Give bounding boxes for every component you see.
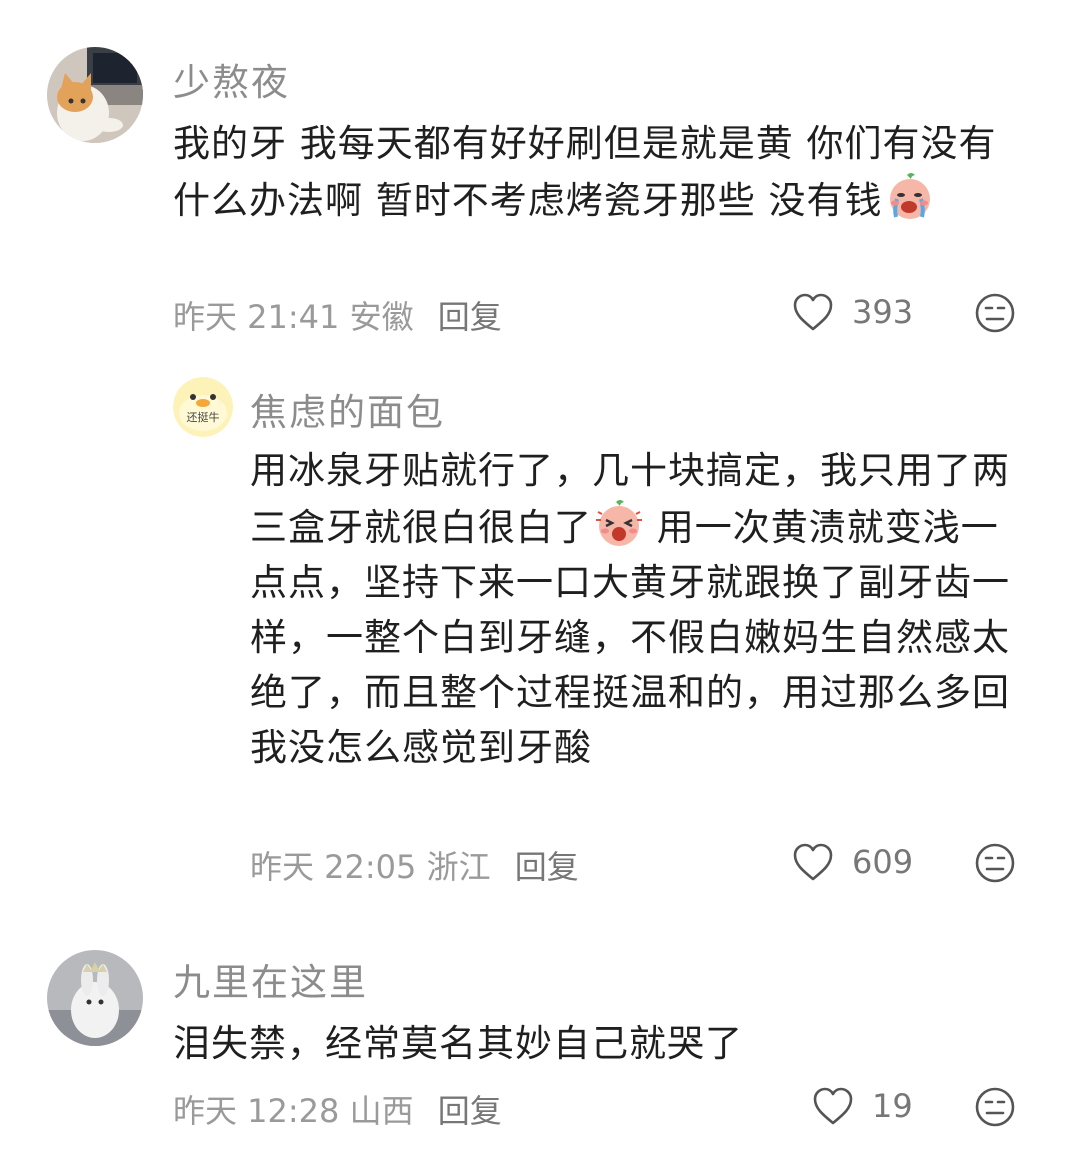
- comment-text: 我的牙 我每天都有好好刷但是就是黄 你们有没有什么办法啊 暂时不考虑烤瓷牙那些 …: [173, 116, 1013, 228]
- comment-date: 昨天 12:28: [173, 1092, 340, 1130]
- like-count: 609: [852, 843, 914, 881]
- comment-date: 昨天 21:41: [173, 298, 340, 336]
- reply-button[interactable]: 回复: [515, 848, 579, 886]
- username[interactable]: 九里在这里: [173, 952, 368, 1006]
- meh-face-icon[interactable]: [974, 292, 1016, 334]
- heart-outline-icon: [793, 843, 833, 881]
- username[interactable]: 少熬夜: [173, 52, 290, 106]
- comment-meta: 昨天 12:28 山西 回复: [173, 1086, 502, 1132]
- avatar[interactable]: [47, 950, 143, 1046]
- heart-outline-icon: [813, 1087, 853, 1125]
- reply-button[interactable]: 回复: [438, 298, 502, 336]
- avatar[interactable]: 还挺牛: [173, 377, 233, 437]
- comment-location: 浙江: [426, 848, 491, 886]
- reply-button[interactable]: 回复: [438, 1092, 502, 1130]
- username[interactable]: 焦虑的面包: [250, 382, 445, 436]
- comment-item: 少熬夜 我的牙 我每天都有好好刷但是就是黄 你们有没有什么办法啊 暂时不考虑烤瓷…: [0, 0, 1080, 350]
- comment-text: 泪失禁，经常莫名其妙自己就哭了: [173, 1022, 743, 1065]
- meh-face-icon[interactable]: [974, 1086, 1016, 1128]
- like-button[interactable]: 609: [792, 842, 913, 882]
- like-count: 393: [852, 293, 914, 331]
- excited-face-emoji-icon: [596, 500, 642, 546]
- comment-item: 九里在这里 泪失禁，经常莫名其妙自己就哭了 昨天 12:28 山西 回复 19: [0, 920, 1080, 1164]
- like-button[interactable]: 393: [792, 292, 913, 332]
- like-button[interactable]: 19: [812, 1086, 913, 1126]
- avatar[interactable]: [47, 47, 143, 143]
- like-count: 19: [872, 1087, 913, 1125]
- comment-text: 用冰泉牙贴就行了，几十块搞定，我只用了两三盒牙就很白很白了 用一次黄渍就变浅一点…: [250, 443, 1010, 775]
- comment-text-content: 我的牙 我每天都有好好刷但是就是黄 你们有没有什么办法啊 暂时不考虑烤瓷牙那些 …: [173, 122, 997, 222]
- heart-outline-icon: [793, 293, 833, 331]
- meh-face-icon[interactable]: [974, 842, 1016, 884]
- reply-item: 还挺牛 焦虑的面包 用冰泉牙贴就行了，几十块搞定，我只用了两三盒牙就很白很白了 …: [0, 350, 1080, 920]
- comment-meta: 昨天 22:05 浙江 回复: [250, 842, 579, 888]
- comment-date: 昨天 22:05: [250, 848, 417, 886]
- comment-meta: 昨天 21:41 安徽 回复: [173, 292, 502, 338]
- avatar-label: 还挺牛: [187, 410, 220, 424]
- crying-face-emoji-icon: [889, 173, 930, 219]
- comment-location: 山西: [349, 1092, 414, 1130]
- comment-location: 安徽: [349, 298, 414, 336]
